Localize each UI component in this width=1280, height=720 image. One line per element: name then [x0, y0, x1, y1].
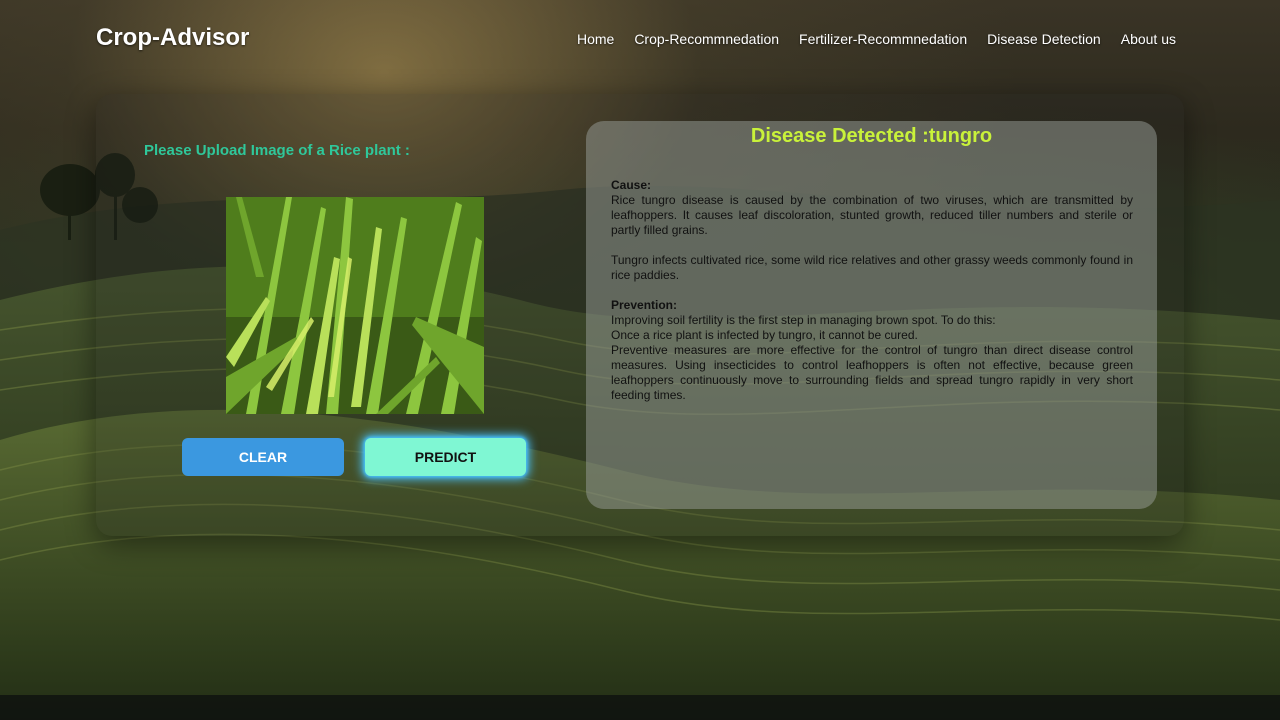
clear-button[interactable]: CLEAR	[182, 438, 344, 476]
prevention-line-3: Preventive measures are more effective f…	[611, 343, 1133, 402]
predict-button[interactable]: PREDICT	[365, 438, 526, 476]
nav-link-about-us[interactable]: About us	[1121, 31, 1176, 47]
prevention-line-1: Improving soil fertility is the first st…	[611, 313, 996, 327]
disease-description: Cause: Rice tungro disease is caused by …	[611, 178, 1133, 403]
top-navbar: Crop-Advisor Home Crop-Recommnedation Fe…	[0, 0, 1280, 80]
footer-bar	[0, 695, 1280, 720]
cause-paragraph-1: Rice tungro disease is caused by the com…	[611, 193, 1133, 237]
nav-links: Home Crop-Recommnedation Fertilizer-Reco…	[577, 31, 1176, 47]
cause-paragraph-2: Tungro infects cultivated rice, some wil…	[611, 253, 1133, 282]
cause-heading: Cause:	[611, 178, 652, 192]
prevention-heading: Prevention:	[611, 298, 678, 312]
upload-instruction-label: Please Upload Image of a Rice plant :	[144, 142, 410, 159]
brand-logo-text[interactable]: Crop-Advisor	[96, 24, 249, 52]
nav-link-home[interactable]: Home	[577, 31, 614, 47]
disease-detected-title: Disease Detected :tungro	[750, 125, 993, 147]
nav-link-disease-detection[interactable]: Disease Detection	[987, 31, 1101, 47]
uploaded-rice-plant-image	[226, 197, 484, 414]
nav-link-crop-recommendation[interactable]: Crop-Recommnedation	[634, 31, 779, 47]
disease-result-panel: Disease Detected :tungro Cause: Rice tun…	[586, 121, 1157, 509]
prevention-line-2: Once a rice plant is infected by tungro,…	[611, 328, 918, 342]
nav-link-fertilizer-recommendation[interactable]: Fertilizer-Recommnedation	[799, 31, 967, 47]
